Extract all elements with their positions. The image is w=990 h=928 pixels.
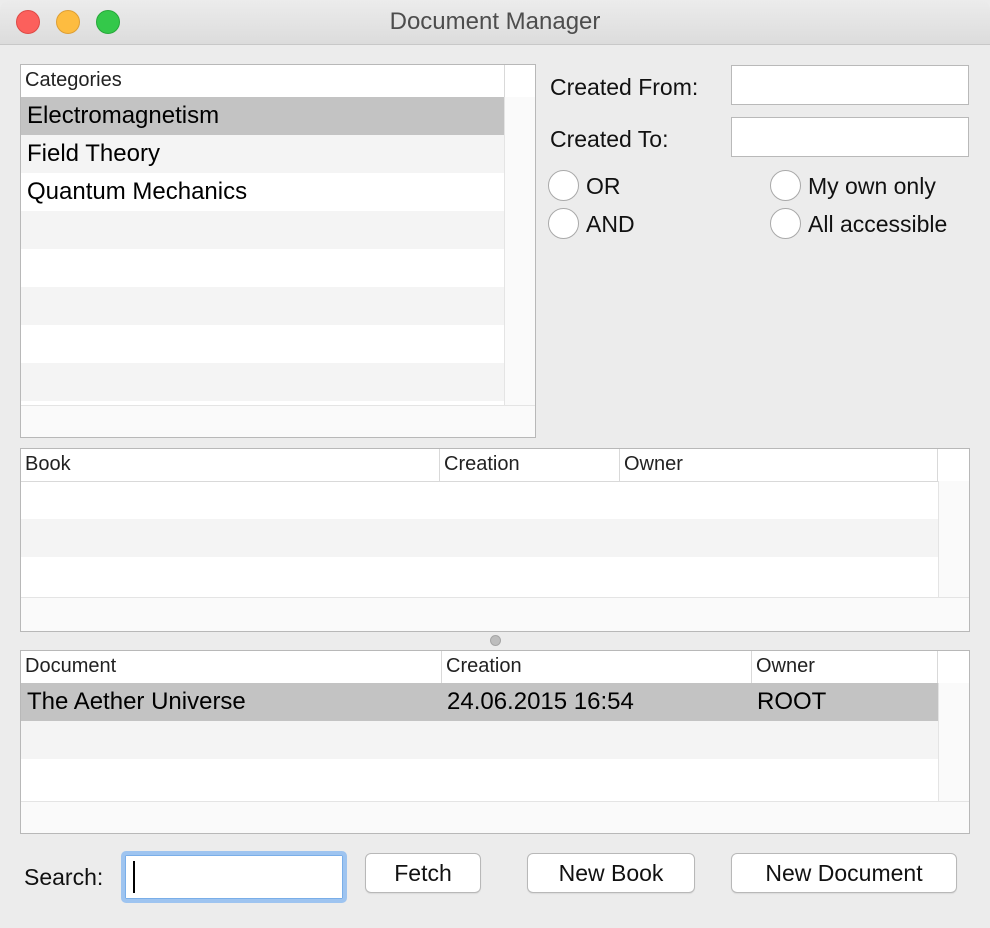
list-item[interactable]: Quantum Mechanics	[21, 173, 504, 211]
all-accessible-radio-circle[interactable]	[770, 208, 801, 239]
documents-horizontal-scrollbar[interactable]	[21, 801, 969, 833]
empty-row	[21, 481, 938, 519]
list-item[interactable]: Electromagnetism	[21, 97, 504, 135]
list-item[interactable]: Field Theory	[21, 135, 504, 173]
categories-header: Categories	[21, 65, 535, 98]
categories-horizontal-scrollbar[interactable]	[21, 405, 535, 437]
category-label: Electromagnetism	[27, 102, 220, 129]
new-book-button[interactable]: New Book	[527, 853, 695, 893]
books-horizontal-scrollbar[interactable]	[21, 597, 969, 631]
my-own-only-radio-circle[interactable]	[770, 170, 801, 201]
books-column-creation[interactable]: Creation	[440, 449, 620, 481]
books-column-owner[interactable]: Owner	[620, 449, 938, 481]
empty-row	[21, 325, 504, 363]
categories-list[interactable]: Categories Electromagnetism Field Theory…	[20, 64, 536, 438]
empty-row	[21, 519, 938, 557]
category-label: Field Theory	[27, 140, 160, 167]
table-row[interactable]: The Aether Universe 24.06.2015 16:54 ROO…	[21, 683, 938, 721]
categories-rows: Electromagnetism Field Theory Quantum Me…	[21, 97, 504, 401]
documents-table-header: Document Creation Owner	[21, 651, 969, 684]
category-label: Quantum Mechanics	[27, 178, 248, 205]
new-document-button[interactable]: New Document	[731, 853, 957, 893]
or-radio-label: OR	[586, 173, 621, 199]
empty-row	[21, 759, 938, 797]
created-to-label: Created To:	[550, 126, 669, 152]
documents-column-creation[interactable]: Creation	[442, 651, 752, 683]
categories-vertical-scrollbar[interactable]	[504, 97, 535, 405]
created-from-field[interactable]	[731, 65, 969, 105]
and-radio-circle[interactable]	[548, 208, 579, 239]
fetch-button[interactable]: Fetch	[365, 853, 481, 893]
documents-rows: The Aether Universe 24.06.2015 16:54 ROO…	[21, 683, 938, 797]
document-owner-cell: ROOT	[757, 688, 827, 715]
books-table[interactable]: Book Creation Owner	[20, 448, 970, 632]
empty-row	[21, 211, 504, 249]
title-bar[interactable]: Document Manager	[0, 0, 990, 45]
created-to-field[interactable]	[731, 117, 969, 157]
search-input[interactable]	[121, 851, 347, 903]
created-from-label: Created From:	[550, 74, 699, 100]
and-radio[interactable]: AND	[548, 207, 658, 241]
empty-row	[21, 287, 504, 325]
categories-column-header[interactable]: Categories	[21, 65, 505, 97]
books-table-header: Book Creation Owner	[21, 449, 969, 482]
books-column-book[interactable]: Book	[21, 449, 440, 481]
or-radio-circle[interactable]	[548, 170, 579, 201]
or-radio[interactable]: OR	[548, 169, 658, 203]
split-view-divider-handle[interactable]	[490, 635, 501, 646]
all-accessible-radio-label: All accessible	[808, 211, 948, 237]
books-header-filler	[938, 449, 969, 481]
empty-row	[21, 557, 938, 595]
all-accessible-radio[interactable]: All accessible	[770, 207, 970, 241]
documents-column-owner[interactable]: Owner	[752, 651, 938, 683]
search-label: Search:	[24, 864, 104, 890]
documents-header-filler	[938, 651, 969, 683]
text-caret	[133, 861, 135, 893]
my-own-only-radio[interactable]: My own only	[770, 169, 970, 203]
documents-table[interactable]: Document Creation Owner The Aether Unive…	[20, 650, 970, 834]
window-title: Document Manager	[389, 8, 601, 35]
document-manager-window: Document Manager Categories Electromagne…	[0, 0, 990, 928]
and-radio-label: AND	[586, 211, 635, 237]
empty-row	[21, 721, 938, 759]
document-creation-cell: 24.06.2015 16:54	[447, 688, 634, 715]
document-title-cell: The Aether Universe	[27, 688, 246, 715]
books-rows	[21, 481, 938, 595]
empty-row	[21, 249, 504, 287]
documents-column-document[interactable]: Document	[21, 651, 442, 683]
categories-header-filler	[505, 65, 535, 97]
my-own-only-radio-label: My own only	[808, 173, 936, 199]
empty-row	[21, 363, 504, 401]
